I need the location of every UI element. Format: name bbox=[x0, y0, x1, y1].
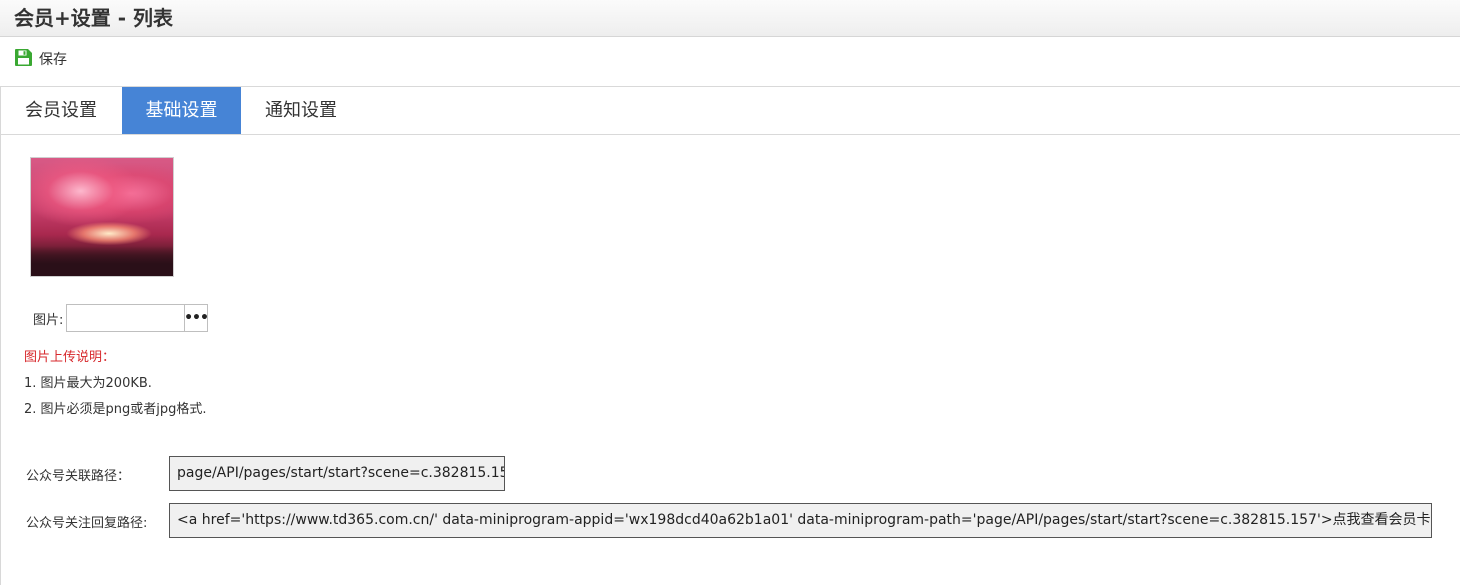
save-button[interactable]: 保存 bbox=[14, 48, 67, 70]
reply-path-label: 公众号关注回复路径: bbox=[26, 516, 148, 531]
reply-path-field[interactable]: <a href='https://www.td365.com.cn/' data… bbox=[169, 503, 1432, 538]
tab-basic-settings[interactable]: 基础设置 bbox=[122, 87, 241, 134]
page-title: 会员+设置 - 列表 bbox=[14, 6, 173, 30]
link-path-field[interactable]: page/API/pages/start/start?scene=c.38281… bbox=[169, 456, 505, 491]
tab-member-settings[interactable]: 会员设置 bbox=[0, 87, 122, 134]
floppy-disk-icon bbox=[14, 48, 33, 71]
toolbar: 保存 bbox=[0, 37, 1460, 87]
browse-button[interactable]: ••• bbox=[184, 304, 209, 332]
image-path-input[interactable] bbox=[66, 304, 185, 332]
ellipsis-icon: ••• bbox=[184, 310, 209, 326]
save-label: 保存 bbox=[39, 52, 67, 68]
link-path-label: 公众号关联路径： bbox=[26, 469, 131, 484]
upload-notes-title: 图片上传说明： bbox=[24, 350, 116, 365]
image-ground bbox=[31, 246, 173, 276]
tab-notification-settings[interactable]: 通知设置 bbox=[241, 87, 361, 134]
tab-bar: 会员设置 基础设置 通知设置 bbox=[0, 87, 1460, 135]
image-preview bbox=[30, 157, 174, 277]
title-bar: 会员+设置 - 列表 bbox=[0, 0, 1460, 37]
upload-note-line: 1. 图片最大为200KB. bbox=[24, 376, 152, 391]
upload-note-line: 2. 图片必须是png或者jpg格式. bbox=[24, 402, 207, 417]
image-field-label: 图片: bbox=[33, 313, 64, 328]
